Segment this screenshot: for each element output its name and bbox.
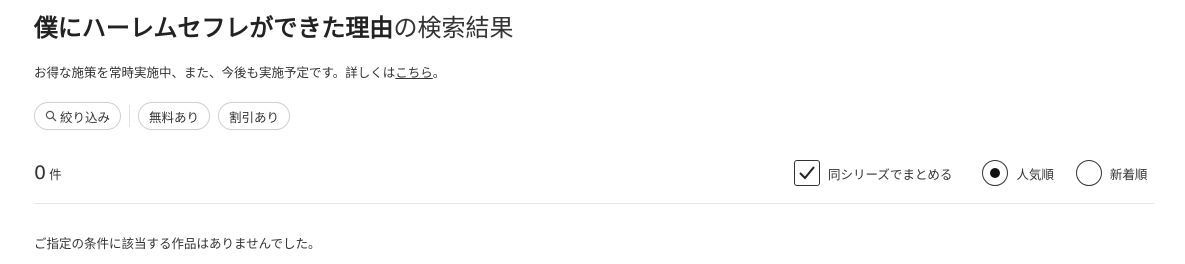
refine-button[interactable]: 絞り込み <box>34 102 122 130</box>
free-filter-chip[interactable]: 無料あり <box>138 102 211 130</box>
search-results-page: 僕にハーレムセフレができた理由の検索結果 お得な施策を常時実施中、また、今後も実… <box>0 0 1185 264</box>
filter-bar: 絞り込み 無料あり 割引あり <box>34 102 291 130</box>
result-count: 0件 <box>34 162 62 184</box>
notice-end: 。 <box>432 65 446 80</box>
section-divider <box>34 203 1154 204</box>
result-count-number: 0 <box>34 162 47 184</box>
sort-newest-label: 新着順 <box>1109 166 1148 182</box>
search-icon <box>45 110 57 122</box>
free-filter-label: 無料あり <box>149 109 200 125</box>
filter-divider <box>129 105 131 127</box>
search-query: 僕にハーレムセフレができた理由 <box>34 14 394 42</box>
empty-results-message: ご指定の条件に該当する作品はありませんでした。 <box>34 236 321 251</box>
check-icon <box>799 166 815 180</box>
title-suffix: の検索結果 <box>393 14 514 42</box>
discount-filter-chip[interactable]: 割引あり <box>218 102 291 130</box>
sort-popular-label: 人気順 <box>1016 166 1054 182</box>
radio-selected-dot <box>990 168 1001 178</box>
notice-link[interactable]: こちら <box>395 65 433 80</box>
result-count-unit: 件 <box>49 167 62 182</box>
display-options: 同シリーズでまとめる 人気順 新着順 <box>794 160 1147 186</box>
sort-newest-radio[interactable] <box>1075 160 1102 186</box>
refine-label: 絞り込み <box>60 109 111 125</box>
sort-popular-radio[interactable] <box>982 160 1009 186</box>
group-series-label: 同シリーズでまとめる <box>828 166 953 182</box>
campaign-notice: お得な施策を常時実施中、また、今後も実施予定です。詳しくはこちら。 <box>34 62 445 81</box>
notice-text: お得な施策を常時実施中、また、今後も実施予定です。詳しくは <box>34 65 396 80</box>
group-series-checkbox[interactable] <box>794 160 820 186</box>
discount-filter-label: 割引あり <box>229 109 280 125</box>
page-title: 僕にハーレムセフレができた理由の検索結果 <box>34 6 514 47</box>
